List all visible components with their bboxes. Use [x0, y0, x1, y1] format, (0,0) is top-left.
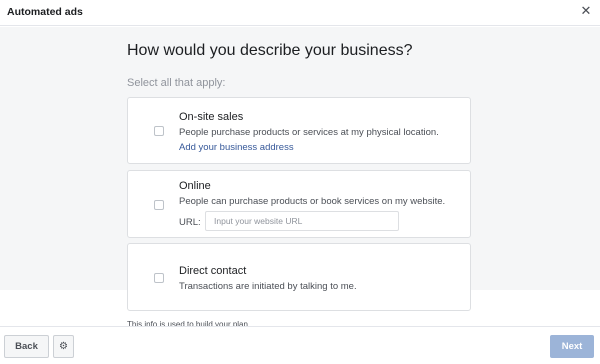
- checkbox-online[interactable]: [154, 200, 164, 210]
- info-note: This info is used to build your plan.: [127, 320, 251, 326]
- url-label: URL:: [179, 217, 201, 228]
- option-description: People purchase products or services at …: [179, 127, 439, 138]
- back-button[interactable]: Back: [4, 335, 49, 358]
- option-card-onsite-sales[interactable]: On-site sales People purchase products o…: [127, 97, 471, 164]
- option-description: Transactions are initiated by talking to…: [179, 281, 357, 292]
- option-title: On-site sales: [179, 111, 244, 123]
- option-title: Online: [179, 180, 211, 192]
- instruction-text: Select all that apply:: [127, 77, 226, 89]
- add-business-address-link[interactable]: Add your business address: [179, 142, 294, 153]
- close-icon[interactable]: ✕: [578, 3, 594, 19]
- checkbox-direct-contact[interactable]: [154, 273, 164, 283]
- dialog-footer: Back ⚙ Next: [0, 326, 600, 364]
- website-url-input[interactable]: [205, 211, 399, 231]
- checkbox-onsite-sales[interactable]: [154, 126, 164, 136]
- dialog-title: Automated ads: [7, 6, 83, 18]
- dialog-header: Automated ads ✕: [0, 0, 600, 26]
- option-card-direct-contact[interactable]: Direct contact Transactions are initiate…: [127, 243, 471, 311]
- option-title: Direct contact: [179, 265, 247, 277]
- page-title: How would you describe your business?: [127, 42, 413, 59]
- gear-icon[interactable]: ⚙: [53, 335, 74, 358]
- option-card-online[interactable]: Online People can purchase products or b…: [127, 170, 471, 238]
- option-description: People can purchase products or book ser…: [179, 196, 446, 207]
- next-button[interactable]: Next: [550, 335, 594, 358]
